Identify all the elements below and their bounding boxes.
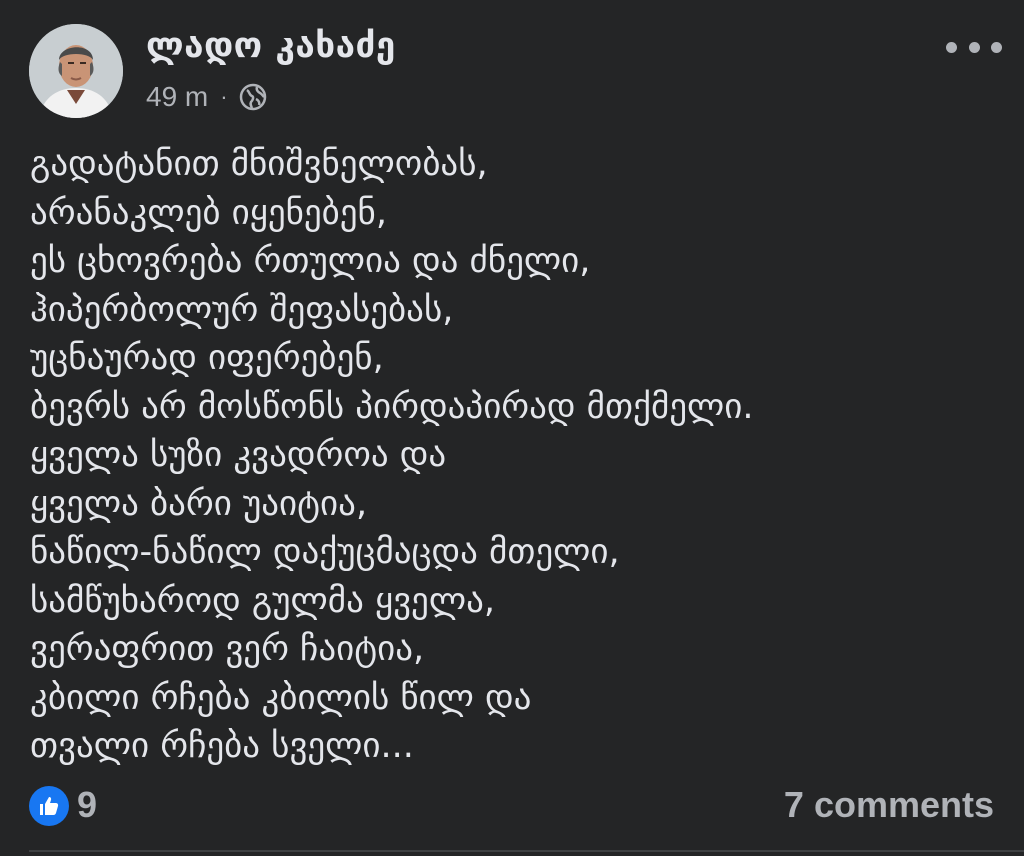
more-dot <box>946 41 957 53</box>
post-line: ეს ცხოვრება რთულია და ძნელი, <box>30 241 591 281</box>
post-line: ჰიპერბოლურ შეფასებას, <box>30 289 454 330</box>
post-body: გადატანით მნიშვნელობას, არანაკლებ იყენებ… <box>30 140 1000 771</box>
post-line: ყველა სუზი კვადროა და <box>30 435 447 475</box>
meta-separator: · <box>220 84 228 109</box>
post-line: კბილი რჩება კბილის წილ და <box>30 677 532 718</box>
footer-divider <box>29 850 1024 852</box>
facebook-post: ლადო კახაძე 49 m · გადატანით მნიშვნელობა… <box>0 0 1024 856</box>
post-footer: 9 7 comments <box>0 778 1024 838</box>
like-icon[interactable] <box>29 786 69 826</box>
post-line: თვალი რჩება სველი... <box>30 726 414 766</box>
more-dot <box>991 41 1002 53</box>
author-avatar[interactable] <box>29 24 123 118</box>
more-dot <box>968 41 980 53</box>
more-options-icon[interactable] <box>946 30 1002 64</box>
avatar-photo <box>29 24 123 118</box>
post-line: ნაწილ-ნაწილ დაქუცმაცდა მთელი, <box>30 532 620 572</box>
post-line: არანაკლებ იყენებენ, <box>30 192 387 233</box>
post-line: ვერაფრით ვერ ჩაიტია, <box>30 629 425 669</box>
post-line: ყველა ბარი უაიტია, <box>30 483 368 524</box>
author-name[interactable]: ლადო კახაძე <box>146 26 396 66</box>
comments-count-link[interactable]: 7 comments <box>784 784 994 826</box>
globe-icon[interactable] <box>238 82 268 112</box>
post-line: ბევრს არ მოსწონს პირდაპირად მთქმელი. <box>30 386 754 427</box>
post-line: სამწუხაროდ გულმა ყველა, <box>30 580 495 621</box>
post-timestamp[interactable]: 49 m <box>146 81 208 113</box>
post-line: გადატანით მნიშვნელობას, <box>30 144 488 184</box>
post-line: უცნაურად იფერებენ, <box>30 338 384 378</box>
post-meta: 49 m · <box>146 80 268 114</box>
reaction-count[interactable]: 9 <box>77 784 97 826</box>
